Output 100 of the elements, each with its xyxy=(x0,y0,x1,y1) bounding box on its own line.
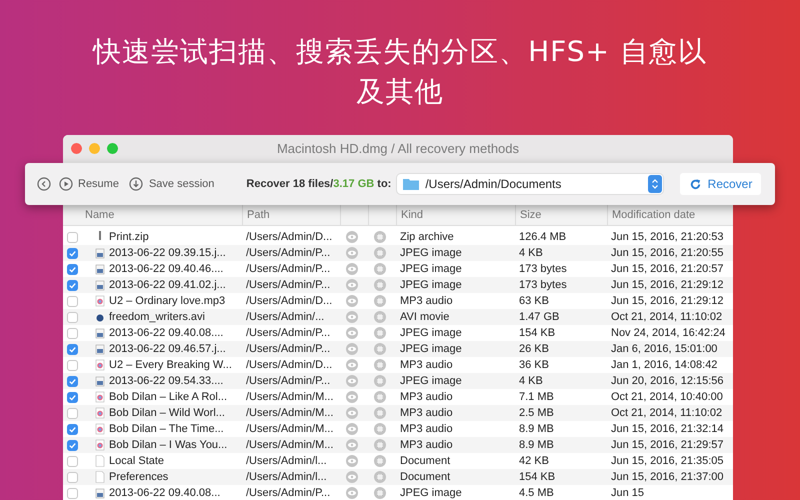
hash-icon[interactable] xyxy=(374,295,386,307)
eye-icon[interactable] xyxy=(346,471,358,483)
table-cell-text: 4 KB xyxy=(518,375,544,387)
checkbox[interactable] xyxy=(67,232,78,242)
table-cell-text: /Users/Admin/l... xyxy=(245,455,328,467)
eye-icon[interactable] xyxy=(346,231,358,243)
eye-icon[interactable] xyxy=(346,295,358,307)
file-name: 2013-06-22 09.40.08.... xyxy=(109,327,224,339)
checkbox[interactable] xyxy=(67,376,78,386)
table-cell-text: Jan 6, 2016, 15:01:00 xyxy=(610,343,718,355)
checkbox[interactable] xyxy=(67,344,78,354)
minimize-button[interactable] xyxy=(89,143,100,154)
checkbox[interactable] xyxy=(67,472,78,482)
table-cell-text: JPEG image xyxy=(399,343,463,355)
table-cell-text: AVI movie xyxy=(399,311,450,323)
table-cell-text: Nov 24, 2014, 16:42:24 xyxy=(610,327,726,339)
hash-icon[interactable] xyxy=(374,423,386,435)
file-name: Print.zip xyxy=(109,231,149,243)
checkbox[interactable] xyxy=(67,312,78,322)
eye-icon[interactable] xyxy=(346,487,358,499)
table-cell-text: Document xyxy=(399,471,452,483)
resume-button[interactable]: Resume xyxy=(78,178,119,190)
hash-icon[interactable] xyxy=(374,471,386,483)
eye-icon[interactable] xyxy=(346,407,358,419)
eye-icon[interactable] xyxy=(346,423,358,435)
eye-icon[interactable] xyxy=(346,391,358,403)
table-cell-text: 1.47 GB xyxy=(518,311,560,323)
checkbox[interactable] xyxy=(67,296,78,306)
table-cell-text: /Users/Admin/P... xyxy=(245,375,332,387)
eye-icon[interactable] xyxy=(346,455,358,467)
table-cell-text: /Users/Admin/M... xyxy=(245,391,334,403)
hash-icon[interactable] xyxy=(374,279,386,291)
table-cell-text: Zip archive xyxy=(399,231,455,243)
checkbox[interactable] xyxy=(67,328,78,338)
table-cell-text: /Users/Admin/l... xyxy=(245,471,328,483)
file-name: 2013-06-22 09.46.57.j... xyxy=(109,343,226,355)
hash-icon[interactable] xyxy=(374,231,386,243)
table-cell-text: Jun 15, 2016, 21:32:14 xyxy=(610,423,725,435)
hash-icon[interactable] xyxy=(374,455,386,467)
eye-icon[interactable] xyxy=(346,359,358,371)
eye-icon[interactable] xyxy=(346,343,358,355)
eye-icon[interactable] xyxy=(346,375,358,387)
file-name: Local State xyxy=(109,455,164,467)
save-session-button[interactable]: Save session xyxy=(128,177,214,191)
checkbox[interactable] xyxy=(67,280,78,290)
table-cell-text: Jun 15, 2016, 21:29:12 xyxy=(610,295,725,307)
recover-summary: Recover 18 files/3.17 GB to: xyxy=(246,178,392,190)
file-name: Bob Dilan – Like A Rol... xyxy=(109,391,228,403)
checkbox[interactable] xyxy=(67,424,78,434)
back-icon[interactable] xyxy=(37,177,51,191)
stepper-icon[interactable] xyxy=(648,175,662,193)
checkbox[interactable] xyxy=(67,488,78,498)
recover-button[interactable]: Recover xyxy=(680,173,761,195)
eye-icon[interactable] xyxy=(346,327,358,339)
destination-dropdown[interactable]: /Users/Admin/Documents xyxy=(397,174,664,194)
checkbox[interactable] xyxy=(67,456,78,466)
checkbox[interactable] xyxy=(67,248,78,258)
table-cell-text: 8.9 MB xyxy=(518,439,555,451)
file-name: U2 – Every Breaking W... xyxy=(109,359,232,371)
zoom-button[interactable] xyxy=(107,143,118,154)
checkbox[interactable] xyxy=(67,360,78,370)
file-name: Preferences xyxy=(109,471,168,483)
hash-icon[interactable] xyxy=(374,247,386,259)
checkbox[interactable] xyxy=(67,408,78,418)
column-header[interactable]: Name xyxy=(63,205,242,225)
checkbox[interactable] xyxy=(67,392,78,402)
file-name: 2013-06-22 09.40.46.... xyxy=(109,263,224,275)
audio-file-icon xyxy=(95,391,105,403)
hash-icon[interactable] xyxy=(374,263,386,275)
eye-icon[interactable] xyxy=(346,311,358,323)
image-file-icon xyxy=(95,327,105,339)
table-cell-text: Oct 21, 2014, 11:10:02 xyxy=(610,407,724,419)
table-cell-text: Jun 15, 2016, 21:29:57 xyxy=(610,439,725,451)
hash-icon[interactable] xyxy=(374,343,386,355)
eye-icon[interactable] xyxy=(346,247,358,259)
hash-icon[interactable] xyxy=(374,407,386,419)
table-cell-text: JPEG image xyxy=(399,375,463,387)
table-cell-text: 36 KB xyxy=(518,359,550,371)
eye-icon[interactable] xyxy=(346,439,358,451)
table-cell-text: /Users/Admin/D... xyxy=(245,231,334,243)
hash-icon[interactable] xyxy=(374,391,386,403)
eye-icon[interactable] xyxy=(346,263,358,275)
download-icon xyxy=(128,177,143,191)
hash-icon[interactable] xyxy=(374,375,386,387)
table-cell-text: MP3 audio xyxy=(399,439,454,451)
play-icon[interactable] xyxy=(59,177,73,191)
close-button[interactable] xyxy=(71,143,82,154)
file-name: 2013-06-22 09.41.02.j... xyxy=(109,279,226,291)
checkbox[interactable] xyxy=(67,440,78,450)
hash-icon[interactable] xyxy=(374,359,386,371)
hash-icon[interactable] xyxy=(374,311,386,323)
table-cell-text: /Users/Admin/... xyxy=(245,311,326,323)
checkbox[interactable] xyxy=(67,264,78,274)
headline: 快速尝试扫描、搜索丢失的分区、HFS+ 自愈以及其他 xyxy=(91,34,708,110)
hash-icon[interactable] xyxy=(374,439,386,451)
table-cell-text: Oct 21, 2014, 10:40:00 xyxy=(610,391,724,403)
hash-icon[interactable] xyxy=(374,487,386,499)
hash-icon[interactable] xyxy=(374,327,386,339)
eye-icon[interactable] xyxy=(346,279,358,291)
table-cell-text: JPEG image xyxy=(399,247,463,259)
